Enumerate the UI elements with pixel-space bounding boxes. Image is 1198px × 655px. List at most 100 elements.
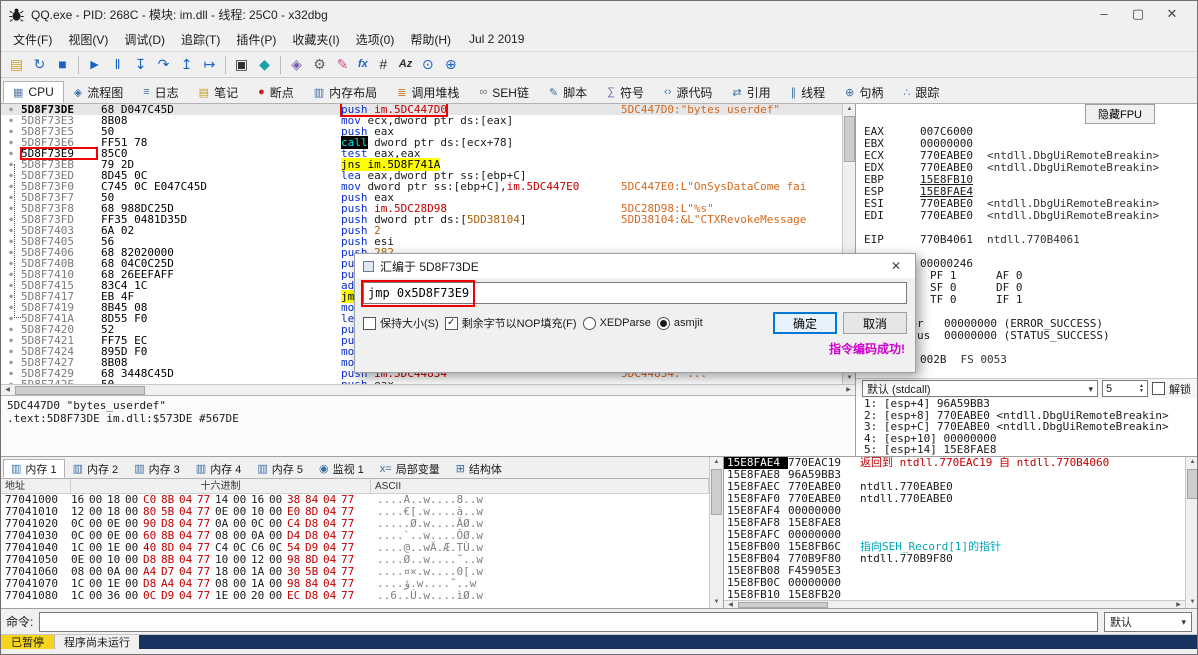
menu-item[interactable]: 选项(0)	[348, 28, 403, 51]
scrollbar-thumb[interactable]	[711, 469, 722, 515]
stop-icon[interactable]: ■	[51, 54, 74, 75]
breakpoints-icon[interactable]: ▣	[230, 54, 253, 75]
xedparse-radio[interactable]: XEDParse	[582, 316, 651, 330]
close-button[interactable]: ✕	[1155, 6, 1189, 22]
minimize-button[interactable]: –	[1087, 6, 1121, 22]
tab-symbols[interactable]: ∑ 符号	[597, 81, 654, 103]
menu-item[interactable]: 插件(P)	[228, 28, 284, 51]
run-icon[interactable]: ►	[83, 54, 106, 75]
breakpoint-gutter-dot[interactable]: ●	[1, 379, 21, 384]
breakpoint-gutter-dot[interactable]: ●	[1, 137, 21, 148]
menu-item[interactable]: 追踪(T)	[173, 28, 228, 51]
restart-icon[interactable]: ↻	[28, 54, 51, 75]
argument-row[interactable]: 3: [esp+C] 770EABE0 <ntdll.DbgUiRemoteBr…	[856, 421, 1197, 433]
scroll-down-arrow-icon[interactable]: ▼	[1186, 597, 1197, 608]
assemble-dialog[interactable]: 汇编于 5D8F73DE ✕ 保持大小(S) ✓ 剩余字节以NOP填充(F) X…	[354, 253, 916, 373]
scrollbar-thumb[interactable]	[844, 116, 855, 162]
nop-fill-checkbox[interactable]: ✓ 剩余字节以NOP填充(F)	[444, 315, 577, 331]
radio-icon[interactable]	[582, 316, 596, 330]
breakpoint-gutter-dot[interactable]: ●	[1, 335, 21, 346]
register-row[interactable]: EBP 15E8FB10	[856, 174, 1197, 186]
dump-row[interactable]: 77041080 1C 00 36 00 0C D9 04 77 1E 00 20 00 EC D8 04 77…	[1, 590, 709, 602]
tab-seh[interactable]: ∞ SEH链	[469, 81, 539, 103]
command-profile-select[interactable]: 默认	[1104, 611, 1192, 632]
tab-log[interactable]: ≡ 日志	[133, 81, 188, 103]
assemble-instruction-input[interactable]	[363, 282, 907, 304]
dump-vscrollbar[interactable]: ▲ ▼	[709, 457, 723, 608]
appearance-icon[interactable]: ✎	[331, 54, 354, 75]
disasm-row[interactable]: ● 5D8F73E3 8B08 mov ecx,dword ptr ds:[eax]	[1, 115, 842, 126]
help-icon[interactable]: ⊕	[439, 54, 462, 75]
dialog-title-bar[interactable]: 汇编于 5D8F73DE ✕	[355, 254, 915, 278]
tab-struct[interactable]: ⊞ 结构体	[448, 459, 510, 478]
breakpoint-gutter-dot[interactable]: ●	[1, 346, 21, 357]
argument-row[interactable]: 1: [esp+4] 96A59BB3	[856, 398, 1197, 410]
font-icon[interactable]: Az	[395, 54, 416, 75]
menu-item[interactable]: 视图(V)	[60, 28, 116, 51]
stack-view[interactable]: 15E8FAE4 770EAC19 返回到 ntdll.770EAC19 自 ntd…	[724, 457, 1185, 600]
register-row[interactable]: EDX 770EABE0 <ntdll.DbgUiRemoteBreakin>	[856, 162, 1197, 174]
tab-references[interactable]: ⇄ 引用	[722, 81, 780, 103]
tab-threads[interactable]: ∥ 线程	[781, 81, 836, 103]
step-over-icon[interactable]: ↷	[152, 54, 175, 75]
tab-cpu[interactable]: ▦ CPU	[3, 81, 64, 103]
scrollbar-thumb[interactable]	[1187, 469, 1197, 499]
tab-locals[interactable]: x= 局部变量	[372, 459, 448, 478]
breakpoint-gutter-dot[interactable]: ●	[1, 104, 21, 115]
stack-vscrollbar[interactable]: ▲ ▼	[1185, 457, 1197, 608]
tab-trace-tab[interactable]: ∴ 跟踪	[893, 81, 949, 103]
breakpoint-gutter-dot[interactable]: ●	[1, 368, 21, 379]
tab-notes[interactable]: ▤ 笔记	[189, 81, 248, 103]
breakpoint-gutter-dot[interactable]: ●	[1, 126, 21, 137]
tab-breakpoints[interactable]: ● 断点	[248, 81, 304, 103]
scroll-up-arrow-icon[interactable]: ▲	[1186, 457, 1197, 468]
breakpoint-gutter-dot[interactable]: ●	[1, 115, 21, 126]
tab-watch1[interactable]: ◉ 监视 1	[311, 459, 372, 478]
stack-hscrollbar[interactable]: ◀ ▶	[724, 600, 1185, 608]
hash-icon[interactable]: #	[372, 54, 395, 75]
menu-item[interactable]: 调试(D)	[116, 28, 173, 51]
tab-memory-map[interactable]: ▥ 内存布局	[304, 81, 387, 103]
scrollbar-thumb[interactable]	[15, 386, 145, 395]
tab-dump5[interactable]: ▥ 内存 5	[249, 459, 311, 478]
scroll-down-arrow-icon[interactable]: ▼	[843, 373, 856, 384]
dialog-close-icon[interactable]: ✕	[885, 259, 907, 273]
title-bar[interactable]: QQ.exe - PID: 268C - 模块: im.dll - 线程: 25…	[1, 1, 1197, 27]
calling-convention-select[interactable]: 默认 (stdcall)	[862, 380, 1098, 397]
ok-button[interactable]: 确定	[773, 312, 837, 334]
trace-icon[interactable]: ◆	[253, 54, 276, 75]
breakpoint-gutter-dot[interactable]: ●	[1, 324, 21, 335]
scroll-down-arrow-icon[interactable]: ▼	[710, 597, 723, 608]
disasm-row[interactable]: ● 5D8F7403 6A 02 push 2	[1, 225, 842, 236]
search-icon[interactable]: ⊙	[416, 54, 439, 75]
functions-icon[interactable]: fx	[354, 54, 372, 75]
run-to-cursor-icon[interactable]: ↦	[198, 54, 221, 75]
disassembly-hscrollbar[interactable]: ◀ ▶	[1, 384, 855, 395]
menu-item[interactable]: 收藏夹(I)	[284, 28, 347, 51]
unlock-checkbox[interactable]	[1152, 382, 1165, 395]
command-input[interactable]	[39, 611, 1098, 632]
tab-dump3[interactable]: ▥ 内存 3	[126, 459, 188, 478]
menu-item[interactable]: 帮助(H)	[402, 28, 459, 51]
pause-icon[interactable]: ‖	[106, 54, 129, 75]
tab-graph[interactable]: ◈ 流程图	[64, 81, 133, 103]
radio-icon[interactable]	[656, 316, 670, 330]
settings-icon[interactable]: ⚙	[308, 54, 331, 75]
maximize-button[interactable]: ▢	[1121, 6, 1155, 22]
argument-row[interactable]: 5: [esp+14] 15E8FAE8	[856, 444, 1197, 456]
tab-script[interactable]: ✎ 脚本	[539, 81, 597, 103]
scroll-up-arrow-icon[interactable]: ▲	[843, 104, 856, 115]
tab-source[interactable]: ‹› 源代码	[654, 81, 722, 103]
step-into-icon[interactable]: ↧	[129, 54, 152, 75]
keep-size-checkbox[interactable]: 保持大小(S)	[363, 315, 439, 331]
breakpoint-gutter-dot[interactable]: ●	[1, 357, 21, 368]
tab-call-stack[interactable]: ≣ 调用堆栈	[387, 81, 469, 103]
asmjit-radio[interactable]: asmjit	[656, 316, 703, 330]
call-arguments-view[interactable]: 1: [esp+4] 96A59BB3 2: [esp+8] 770EABE0 <…	[856, 398, 1197, 456]
tab-handles[interactable]: ⊕ 句柄	[835, 81, 893, 103]
disasm-row[interactable]: ● 5D8F73F0 C745 0C E047C45D mov dword ptr s…	[1, 181, 842, 192]
tab-dump2[interactable]: ▥ 内存 2	[65, 459, 127, 478]
register-row[interactable]: EAX 007C6000	[856, 126, 1197, 138]
tab-dump4[interactable]: ▥ 内存 4	[188, 459, 250, 478]
stack-row[interactable]: 15E8FB10 15E8FB20	[724, 589, 1185, 601]
